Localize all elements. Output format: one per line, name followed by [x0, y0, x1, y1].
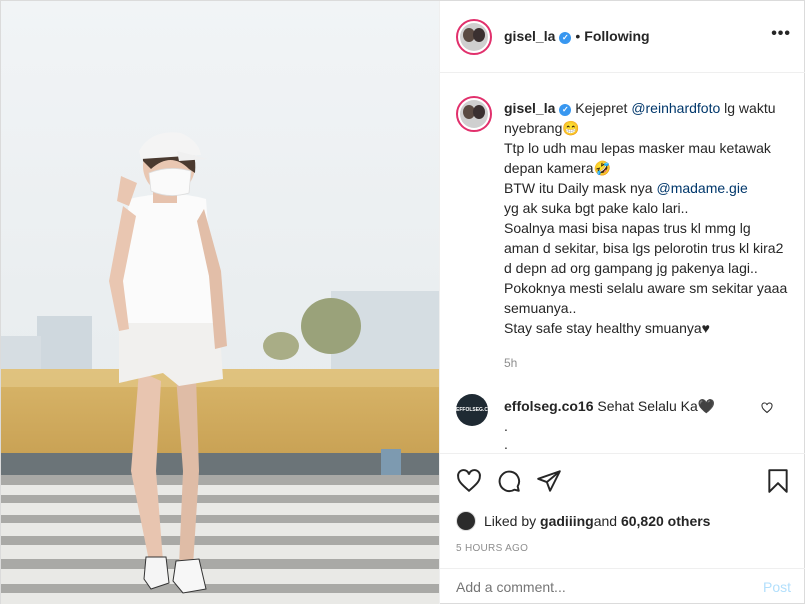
caption-line: Pokoknya mesti selalu aware sm sekitar y… — [504, 280, 788, 316]
post-comment-button[interactable]: Post — [763, 579, 791, 595]
instagram-post: gisel_la ✓ • Following ••• gisel_la ✓ Kejepr… — [0, 0, 805, 604]
caption-avatar[interactable] — [456, 96, 492, 132]
caption-line: BTW itu Daily mask nya — [504, 180, 657, 196]
liker-username[interactable]: gadiiing — [540, 513, 594, 529]
caption-line: Soalnya masi bisa napas trus kl mmg lg a… — [504, 220, 784, 276]
caption-line: Stay safe stay healthy smuanya♥ — [504, 320, 710, 336]
share-icon[interactable] — [536, 468, 562, 494]
caption-line: Kejepret — [575, 100, 632, 116]
post-photo[interactable] — [1, 1, 439, 604]
caption-line: Ttp lo udh mau lepas masker mau ketawak … — [504, 140, 771, 176]
comment-item: effolseg.co16 Sehat Selalu Ka🖤 — [504, 397, 754, 415]
likes-count[interactable]: 60,820 others — [621, 513, 711, 529]
comment-extra: . . — [504, 417, 508, 452]
post-side-panel: gisel_la ✓ • Following ••• gisel_la ✓ Kejepr… — [439, 1, 805, 604]
likes-summary: Liked by gadiiing and 60,820 others — [456, 511, 710, 531]
action-bar: Liked by gadiiing and 60,820 others 5 HO… — [440, 453, 805, 604]
comment-like-icon[interactable] — [761, 402, 773, 414]
add-comment-box: Post — [440, 568, 805, 604]
post-header: gisel_la ✓ • Following ••• — [440, 1, 805, 73]
verified-icon: ✓ — [559, 104, 572, 116]
bookmark-icon[interactable] — [765, 468, 791, 494]
post-caption: gisel_la ✓ Kejepret @reinhardfoto lg wakt… — [504, 98, 789, 338]
heart-icon[interactable] — [456, 468, 482, 494]
caption-username[interactable]: gisel_la — [504, 100, 555, 116]
follow-separator: • — [575, 28, 581, 44]
commenter-avatar[interactable]: EFFOLSEG.CO — [456, 394, 492, 426]
following-button[interactable]: Following — [584, 28, 649, 44]
mention-link[interactable]: @madame.gie — [656, 180, 747, 196]
header-meta: gisel_la ✓ • Following — [504, 28, 650, 44]
comment-extra-line: . — [504, 418, 508, 434]
comment-input[interactable] — [456, 579, 716, 595]
comment-extra-line: . — [504, 436, 508, 452]
liker-avatar[interactable] — [456, 511, 476, 531]
author-username[interactable]: gisel_la — [504, 28, 555, 44]
more-icon[interactable]: ••• — [771, 25, 791, 43]
caption-line: yg ak suka bgt pake kalo lari.. — [504, 200, 689, 216]
post-timestamp: 5 HOURS AGO — [456, 543, 529, 554]
commenter-username[interactable]: effolseg.co16 — [504, 398, 593, 414]
comment-text: Sehat Selalu Ka🖤 — [597, 398, 716, 414]
verified-icon: ✓ — [559, 32, 572, 44]
author-avatar[interactable] — [456, 19, 492, 55]
likes-prefix: Liked by — [484, 513, 537, 529]
caption-age: 5h — [504, 356, 518, 370]
mention-link[interactable]: @reinhardfoto — [631, 100, 720, 116]
likes-middle: and — [593, 513, 618, 529]
comment-icon[interactable] — [496, 468, 522, 494]
post-image — [1, 1, 439, 604]
comments-section[interactable]: gisel_la ✓ Kejepret @reinhardfoto lg wakt… — [440, 74, 805, 452]
